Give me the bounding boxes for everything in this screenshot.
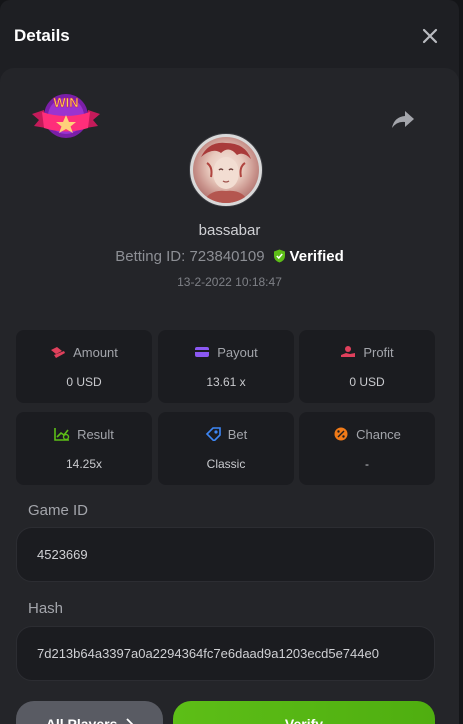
badge-text: WIN bbox=[53, 95, 78, 110]
betting-id: Betting ID: 723840109 bbox=[115, 248, 265, 265]
details-dialog: Details WIN bassabar Betting ID: 7238401… bbox=[0, 0, 459, 724]
stat-label: Profit bbox=[363, 345, 394, 360]
stat-value: 0 USD bbox=[66, 375, 102, 389]
dialog-title: Details bbox=[14, 26, 70, 45]
avatar-image bbox=[193, 137, 259, 203]
bet-date: 13-2-2022 10:18:47 bbox=[177, 275, 282, 289]
stat-amount: Amount 0 USD bbox=[16, 330, 152, 403]
hash-field[interactable]: 7d213b64a3397a0a2294364fc7e6daad9a1203ec… bbox=[16, 626, 435, 681]
betting-id-line: Betting ID: 723840109 Verified bbox=[0, 248, 459, 265]
stat-value: Classic bbox=[206, 457, 246, 471]
all-players-button[interactable]: All Players bbox=[16, 701, 163, 724]
stat-label: Bet bbox=[227, 427, 248, 442]
game-id-label: Game ID bbox=[28, 502, 89, 519]
win-badge-icon: WIN bbox=[32, 94, 100, 138]
stat-bet: Bet Classic bbox=[158, 412, 294, 485]
stat-label: Payout bbox=[217, 345, 258, 360]
verify-button[interactable]: Verify bbox=[173, 701, 435, 724]
stat-result: Result 14.25x bbox=[16, 412, 152, 485]
profit-icon bbox=[341, 346, 356, 357]
amount-icon bbox=[51, 347, 66, 358]
game-id-field[interactable]: 4523669 bbox=[16, 527, 435, 582]
payout-icon bbox=[195, 347, 210, 357]
verified-shield-icon bbox=[273, 249, 285, 263]
stat-value: - bbox=[365, 457, 369, 471]
stat-value: 14.25x bbox=[65, 457, 103, 471]
bet-icon bbox=[205, 427, 221, 443]
all-players-label: All Players bbox=[45, 716, 118, 724]
stat-label: Amount bbox=[73, 345, 118, 360]
avatar bbox=[189, 133, 263, 207]
stat-label: Chance bbox=[356, 427, 401, 442]
stat-profit: Profit 0 USD bbox=[299, 330, 435, 403]
chevron-right-icon bbox=[126, 718, 134, 724]
close-icon[interactable] bbox=[418, 24, 442, 48]
stat-value: 0 USD bbox=[349, 375, 385, 389]
stat-chance: Chance - bbox=[299, 412, 435, 485]
stat-payout: Payout 13.61 x bbox=[158, 330, 294, 403]
share-icon[interactable] bbox=[390, 107, 416, 131]
chance-icon bbox=[334, 427, 348, 441]
stat-label: Result bbox=[77, 427, 114, 442]
stat-value: 13.61 x bbox=[206, 375, 246, 389]
result-icon bbox=[54, 428, 70, 441]
verified-label: Verified bbox=[289, 248, 344, 265]
player-username: bassabar bbox=[198, 222, 261, 239]
hash-label: Hash bbox=[28, 600, 64, 617]
